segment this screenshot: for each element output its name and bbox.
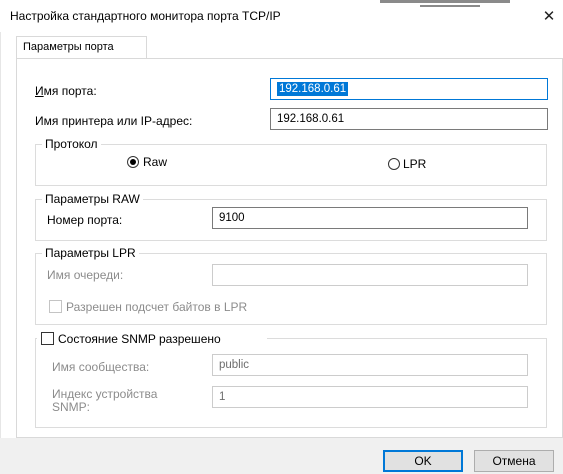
byte-count-label: Разрешен подсчет байтов в LPR xyxy=(66,300,248,314)
top-decoration xyxy=(380,0,510,3)
window-title: Настройка стандартного монитора порта TC… xyxy=(10,9,281,23)
tab-port-settings[interactable]: Параметры порта xyxy=(16,36,147,59)
printer-address-value: 192.168.0.61 xyxy=(277,113,345,125)
dialog-footer: OK Отмена xyxy=(0,438,563,474)
close-icon[interactable]: ✕ xyxy=(540,7,558,25)
snmp-group xyxy=(35,338,547,428)
protocol-group-title: Протокол xyxy=(42,137,101,151)
printer-address-input[interactable]: 192.168.0.61 xyxy=(270,108,548,130)
port-name-input[interactable]: 192.168.0.61 xyxy=(270,78,548,100)
radio-lpr[interactable] xyxy=(388,158,400,170)
port-number-label: Номер порта: xyxy=(47,213,123,227)
community-name-input[interactable]: public xyxy=(212,354,528,376)
port-number-input[interactable]: 9100 xyxy=(212,207,528,229)
lpr-settings-title: Параметры LPR xyxy=(42,246,139,260)
queue-name-label: Имя очереди: xyxy=(47,268,124,282)
radio-lpr-label[interactable]: LPR xyxy=(403,157,426,171)
snmp-enabled-label[interactable]: Состояние SNMP разрешено xyxy=(58,332,221,346)
port-name-value: 192.168.0.61 xyxy=(277,82,349,96)
cancel-button[interactable]: Отмена xyxy=(474,450,554,472)
ok-button[interactable]: OK xyxy=(383,450,463,472)
title-bar: Настройка стандартного монитора порта TC… xyxy=(0,0,563,32)
radio-raw-label[interactable]: Raw xyxy=(143,155,167,169)
raw-settings-title: Параметры RAW xyxy=(42,192,143,206)
port-number-value: 9100 xyxy=(219,212,245,224)
device-index-value: 1 xyxy=(219,391,226,403)
radio-raw[interactable] xyxy=(127,156,139,168)
printer-address-label: Имя принтера или IP-адрес: xyxy=(35,114,193,128)
device-index-input[interactable]: 1 xyxy=(212,386,528,408)
top-decoration-2 xyxy=(420,5,480,7)
protocol-group xyxy=(35,144,547,186)
snmp-enabled-checkbox[interactable] xyxy=(41,332,54,345)
queue-name-input[interactable] xyxy=(212,264,528,286)
device-index-label: Индекс устройства SNMP: xyxy=(52,387,158,414)
dialog-window: Настройка стандартного монитора порта TC… xyxy=(0,0,563,474)
window-left-edge xyxy=(0,32,1,474)
port-name-label: Имя порта: xyxy=(35,84,97,98)
community-name-label: Имя сообщества: xyxy=(52,360,150,374)
byte-count-checkbox[interactable] xyxy=(49,300,62,313)
community-name-value: public xyxy=(219,359,250,371)
